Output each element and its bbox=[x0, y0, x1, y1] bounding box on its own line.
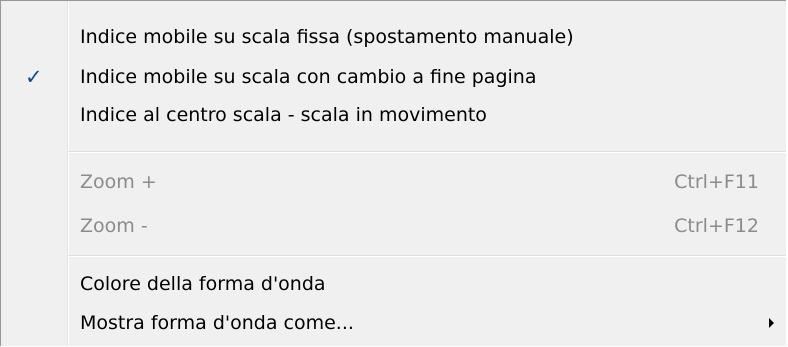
checkmark-icon: ✓ bbox=[25, 65, 43, 89]
context-menu: Indice mobile su scala fissa (spostament… bbox=[0, 0, 786, 346]
menu-item-page-change-scale[interactable]: ✓ Indice mobile su scala con cambio a fi… bbox=[1, 58, 786, 96]
menu-item-show-waveform-as[interactable]: Mostra forma d'onda come... bbox=[1, 304, 786, 342]
menu-item-center-scale[interactable]: Indice al centro scala - scala in movime… bbox=[1, 96, 786, 134]
submenu-arrow-icon bbox=[769, 318, 774, 328]
menu-item-shortcut: Ctrl+F11 bbox=[674, 171, 759, 193]
menu-item-label: Indice mobile su scala fissa (spostament… bbox=[80, 26, 574, 48]
menu-separator bbox=[68, 255, 786, 257]
menu-item-label: Zoom - bbox=[80, 215, 148, 237]
menu-item-waveform-color[interactable]: Colore della forma d'onda bbox=[1, 265, 786, 303]
menu-item-label: Indice al centro scala - scala in movime… bbox=[80, 104, 487, 126]
menu-item-label: Indice mobile su scala con cambio a fine… bbox=[80, 66, 537, 88]
menu-item-label: Zoom + bbox=[80, 171, 157, 193]
menu-item-fixed-scale[interactable]: Indice mobile su scala fissa (spostament… bbox=[1, 18, 786, 56]
menu-item-label: Colore della forma d'onda bbox=[80, 273, 326, 295]
menu-item-shortcut: Ctrl+F12 bbox=[674, 215, 759, 237]
menu-item-zoom-out[interactable]: Zoom - Ctrl+F12 bbox=[1, 207, 786, 245]
menu-item-label: Mostra forma d'onda come... bbox=[80, 312, 354, 334]
menu-item-zoom-in[interactable]: Zoom + Ctrl+F11 bbox=[1, 163, 786, 201]
menu-separator bbox=[68, 151, 786, 153]
